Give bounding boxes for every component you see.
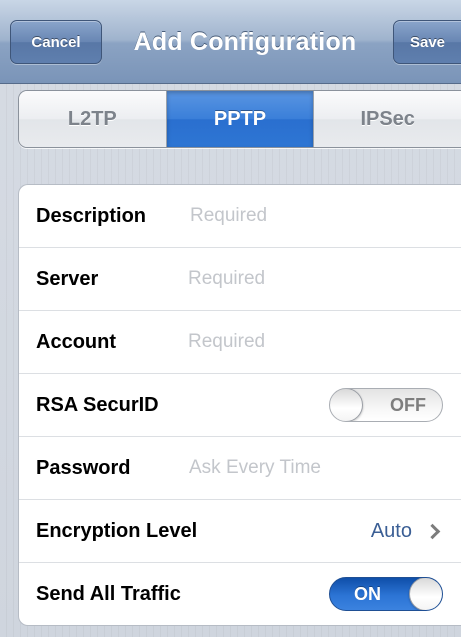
configuration-form: Description Required Server Required Acc… xyxy=(18,184,461,626)
navigation-bar: Cancel Add Configuration Save xyxy=(0,0,461,84)
password-label: Password xyxy=(36,456,131,479)
account-row[interactable]: Account Required xyxy=(19,311,461,374)
send-all-traffic-label: Send All Traffic xyxy=(36,582,181,605)
account-label: Account xyxy=(36,330,116,353)
save-button[interactable]: Save xyxy=(393,20,461,64)
server-label: Server xyxy=(36,267,99,290)
segment-ipsec[interactable]: IPSec xyxy=(313,91,461,147)
description-row[interactable]: Description Required xyxy=(19,185,461,248)
rsa-securid-toggle[interactable]: OFF xyxy=(329,388,443,422)
description-field[interactable]: Required xyxy=(190,205,267,227)
server-field[interactable]: Required xyxy=(188,268,265,290)
vpn-type-segmented-control: L2TP PPTP IPSec xyxy=(18,90,461,148)
cancel-button[interactable]: Cancel xyxy=(10,20,102,64)
toggle-state-on: ON xyxy=(354,584,381,604)
password-row[interactable]: Password Ask Every Time xyxy=(19,437,461,500)
toggle-knob xyxy=(330,389,363,421)
send-all-traffic-row: Send All Traffic ON xyxy=(19,563,461,625)
send-all-traffic-toggle[interactable]: ON xyxy=(329,577,443,611)
encryption-level-label: Encryption Level xyxy=(36,519,198,542)
account-field[interactable]: Required xyxy=(188,331,265,353)
segment-pptp[interactable]: PPTP xyxy=(165,91,314,147)
encryption-level-value: Auto xyxy=(370,519,412,542)
server-row[interactable]: Server Required xyxy=(19,248,461,311)
password-field[interactable]: Ask Every Time xyxy=(189,457,321,479)
rsa-securid-label: RSA SecurID xyxy=(36,393,159,416)
add-configuration-screen: Cancel Add Configuration Save L2TP PPTP … xyxy=(0,0,461,637)
toggle-knob xyxy=(409,578,442,610)
segment-l2tp[interactable]: L2TP xyxy=(19,91,166,147)
description-label: Description xyxy=(36,204,147,227)
chevron-right-icon xyxy=(424,523,441,540)
toggle-state-off: OFF xyxy=(390,395,426,415)
page-title: Add Configuration xyxy=(133,28,357,56)
rsa-securid-row: RSA SecurID OFF xyxy=(19,374,461,437)
encryption-level-row[interactable]: Encryption Level Auto xyxy=(19,500,461,563)
